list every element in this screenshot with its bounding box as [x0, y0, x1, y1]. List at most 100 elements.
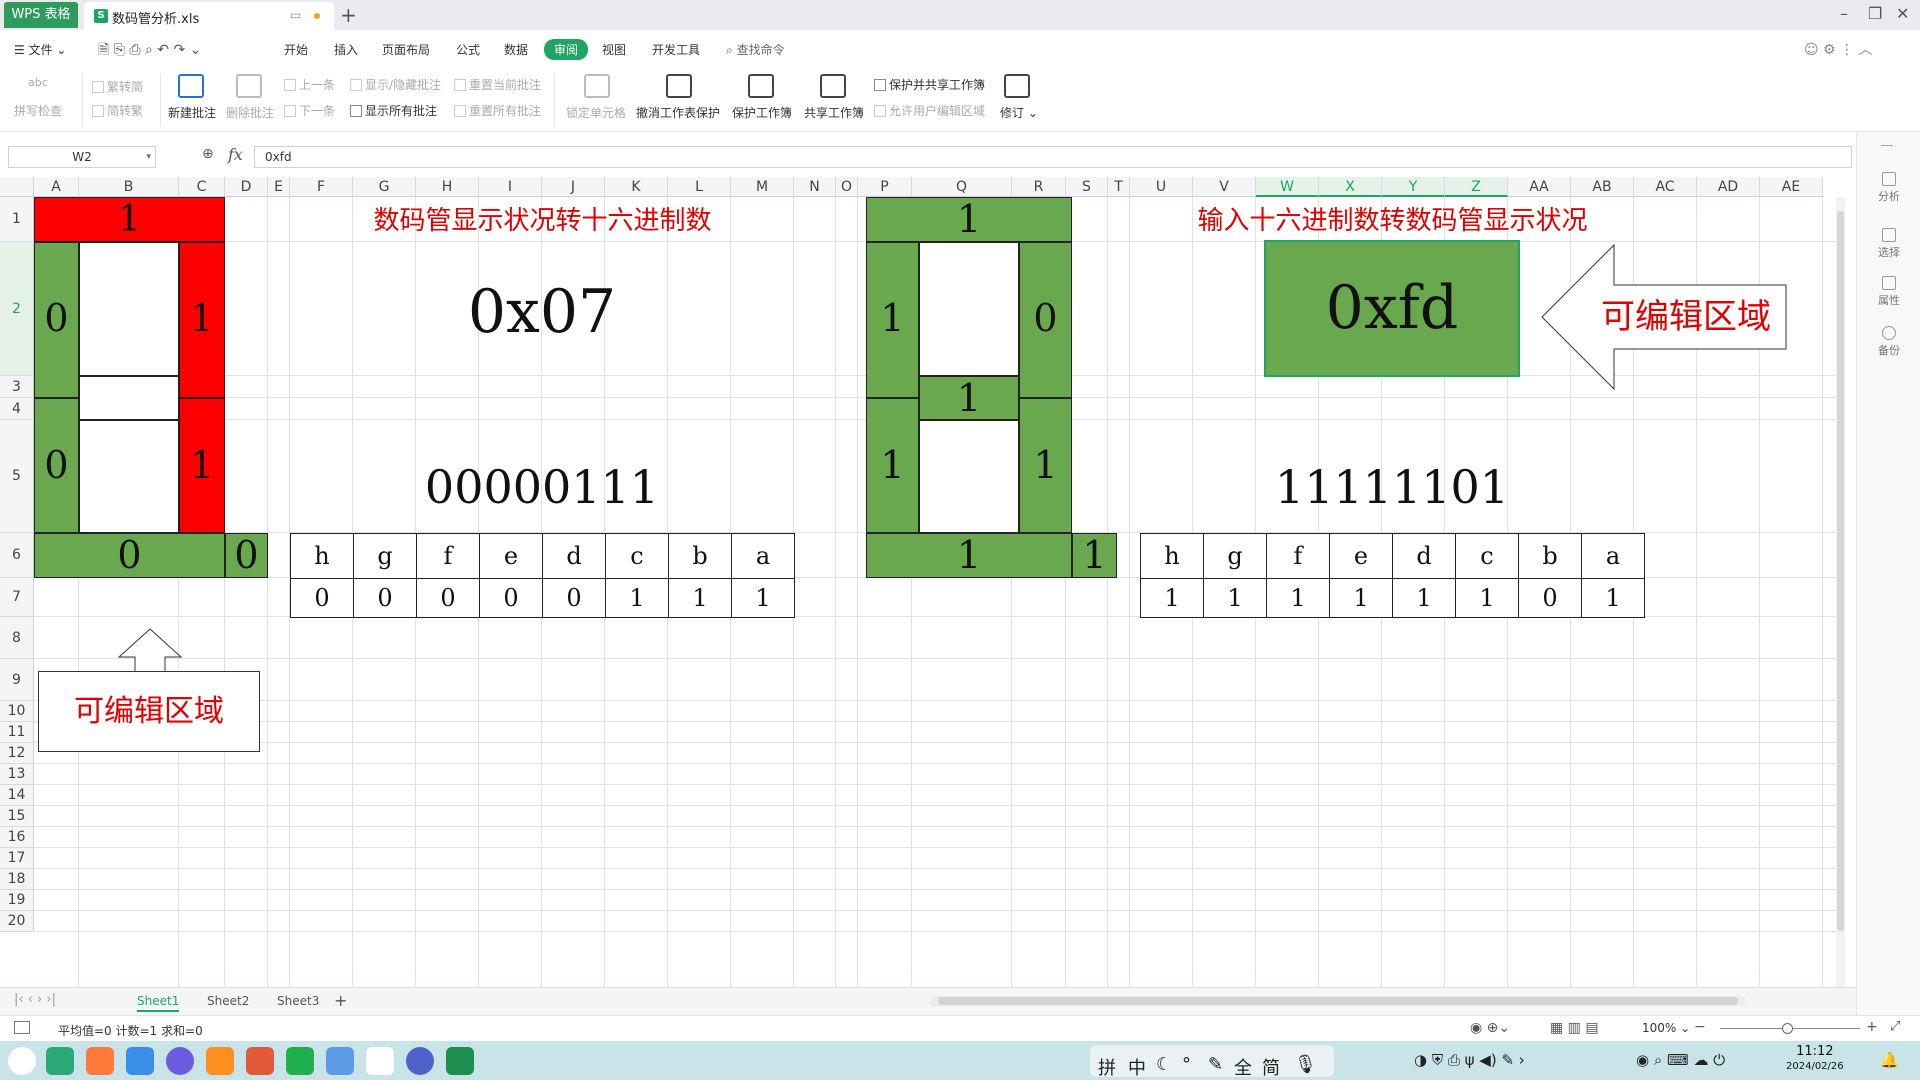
sidebar-item-properties[interactable]: 属性 — [1857, 276, 1920, 308]
column-header[interactable]: X — [1319, 177, 1382, 197]
row-header[interactable]: 8 — [0, 617, 34, 659]
monitor-icon[interactable]: ▭ — [290, 8, 301, 22]
column-header[interactable]: N — [794, 177, 836, 197]
row-header[interactable]: 4 — [0, 398, 34, 420]
column-header[interactable]: F — [290, 177, 353, 197]
menu-review[interactable]: 审阅 — [544, 39, 589, 60]
left-seg-f[interactable]: 0 — [34, 242, 79, 398]
zoom-slider-thumb[interactable] — [1782, 1023, 1793, 1034]
bit-value-cell[interactable]: 1 — [1392, 578, 1456, 618]
ime-simplified-icon[interactable]: 简 — [1262, 1054, 1280, 1080]
column-header[interactable]: Z — [1445, 177, 1508, 197]
document-tab[interactable]: S 数码管分析.xls ▭ — [84, 2, 334, 30]
app-icon[interactable] — [126, 1047, 154, 1075]
bit-value-cell[interactable]: 1 — [605, 578, 669, 618]
simp-to-trad-button[interactable]: 简转繁 — [92, 102, 143, 119]
row-header[interactable]: 9 — [0, 659, 34, 701]
column-header[interactable]: W — [1256, 177, 1319, 197]
ime-punct-icon[interactable]: ° — [1182, 1054, 1191, 1075]
delete-comment-button[interactable]: 删除批注 — [226, 104, 274, 121]
column-header[interactable]: AC — [1634, 177, 1697, 197]
left-seg-a[interactable]: 1 — [34, 197, 225, 242]
next-comment-button[interactable]: 下一条 — [284, 102, 335, 119]
app-icon[interactable] — [46, 1047, 74, 1075]
menu-page-layout[interactable]: 页面布局 — [382, 41, 430, 58]
column-header[interactable]: V — [1193, 177, 1256, 197]
ime-chinese-icon[interactable]: 中 — [1128, 1054, 1146, 1080]
bit-header-cell[interactable]: g — [1203, 533, 1267, 579]
app-icon[interactable] — [86, 1047, 114, 1075]
select-all-corner[interactable] — [0, 177, 34, 197]
horizontal-scroll-thumb[interactable] — [938, 997, 1738, 1005]
column-header[interactable]: Q — [912, 177, 1012, 197]
row-header[interactable]: 17 — [0, 848, 34, 869]
zoom-in-icon[interactable]: + — [1866, 1019, 1878, 1035]
restore-icon[interactable]: ❐ — [1868, 4, 1882, 23]
tray-icons[interactable]: ◑ ⛨ ⎙ ψ ◀) ✎ › — [1414, 1051, 1525, 1069]
column-header[interactable]: R — [1012, 177, 1066, 197]
bit-header-cell[interactable]: e — [1329, 533, 1393, 579]
calendar-icon[interactable] — [366, 1047, 394, 1075]
tab-sheet3[interactable]: Sheet3 — [277, 994, 319, 1008]
close-icon[interactable]: ✕ — [1896, 4, 1909, 23]
bit-header-cell[interactable]: h — [1140, 533, 1204, 579]
tab-sheet2[interactable]: Sheet2 — [207, 994, 249, 1008]
ime-pen-icon[interactable]: ✎ — [1208, 1054, 1223, 1075]
music-icon[interactable] — [286, 1047, 314, 1075]
sidebar-item-backup[interactable]: 备份 — [1857, 326, 1920, 358]
row-header[interactable]: 2 — [0, 242, 34, 376]
column-header[interactable]: J — [542, 177, 605, 197]
formula-input[interactable]: 0xfd — [254, 146, 1852, 168]
right-seg-b[interactable]: 0 — [1019, 242, 1072, 398]
tab-sheet1[interactable]: Sheet1 — [137, 994, 180, 1012]
zoom-slider[interactable] — [1720, 1023, 1860, 1034]
sidebar-item-select[interactable]: 选择 — [1857, 228, 1920, 260]
left-seg-c[interactable]: 1 — [179, 398, 225, 533]
horizontal-scrollbar[interactable] — [930, 996, 1745, 1006]
row-header[interactable]: 11 — [0, 722, 34, 743]
bit-header-cell[interactable]: c — [605, 533, 669, 579]
bit-header-cell[interactable]: d — [542, 533, 606, 579]
menu-insert[interactable]: 插入 — [334, 41, 358, 58]
column-header[interactable]: K — [605, 177, 668, 197]
app-icon[interactable] — [326, 1047, 354, 1075]
bit-value-cell[interactable]: 1 — [1455, 578, 1519, 618]
column-header[interactable]: O — [836, 177, 858, 197]
launcher-icon[interactable] — [8, 1047, 36, 1075]
bit-value-cell[interactable]: 1 — [1140, 578, 1204, 618]
menu-data[interactable]: 数据 — [504, 41, 528, 58]
bit-header-cell[interactable]: h — [290, 533, 354, 579]
bit-value-cell[interactable]: 0 — [1518, 578, 1582, 618]
column-header[interactable]: H — [416, 177, 479, 197]
unprotect-sheet-button[interactable]: 撤消工作表保护 — [636, 104, 720, 121]
app-icon[interactable] — [246, 1047, 274, 1075]
row-header[interactable]: 13 — [0, 764, 34, 785]
tray-icons-right[interactable]: ◉ ⌕ ⌨ ☁ ⏻ — [1636, 1051, 1725, 1069]
vertical-scrollbar[interactable] — [1836, 197, 1845, 987]
spreadsheet-grid[interactable]: A B C D E F G H I J K L M N O P Q R S T U V W X Y Z AA AB AC AD AE 123… — [0, 177, 1845, 987]
bit-header-cell[interactable]: g — [353, 533, 417, 579]
share-workbook-button[interactable]: 共享工作簿 — [804, 104, 864, 121]
menu-formula[interactable]: 公式 — [456, 41, 480, 58]
right-seg-h[interactable]: 1 — [1072, 533, 1117, 578]
right-seg-e[interactable]: 1 — [866, 398, 919, 533]
left-seg-e[interactable]: 0 — [34, 398, 79, 533]
left-seg-h[interactable]: 0 — [225, 533, 268, 578]
reset-all-comments-button[interactable]: 重置所有批注 — [454, 102, 541, 119]
bit-value-cell[interactable]: 0 — [353, 578, 417, 618]
right-seg-c[interactable]: 1 — [1019, 398, 1072, 533]
sidebar-item-analysis[interactable]: 分析 — [1857, 172, 1920, 204]
sheet-nav-arrows[interactable]: |‹ ‹ › ›| — [14, 992, 56, 1007]
row-header[interactable]: 19 — [0, 890, 34, 911]
macro-record-icon[interactable] — [14, 1021, 30, 1034]
column-header[interactable]: I — [479, 177, 542, 197]
left-seg-g[interactable] — [79, 376, 179, 420]
column-header[interactable]: AD — [1697, 177, 1760, 197]
row-header[interactable]: 18 — [0, 869, 34, 890]
right-seg-a[interactable]: 1 — [866, 197, 1072, 242]
menu-view[interactable]: 视图 — [602, 41, 626, 58]
column-header[interactable]: L — [668, 177, 731, 197]
row-header[interactable]: 15 — [0, 806, 34, 827]
quick-access-toolbar[interactable]: 🗎 ⎘ ⎙ ⌕ ↶ ↷ ⌄ — [98, 39, 201, 63]
allow-edit-range-button[interactable]: 允许用户编辑区域 — [874, 102, 985, 119]
